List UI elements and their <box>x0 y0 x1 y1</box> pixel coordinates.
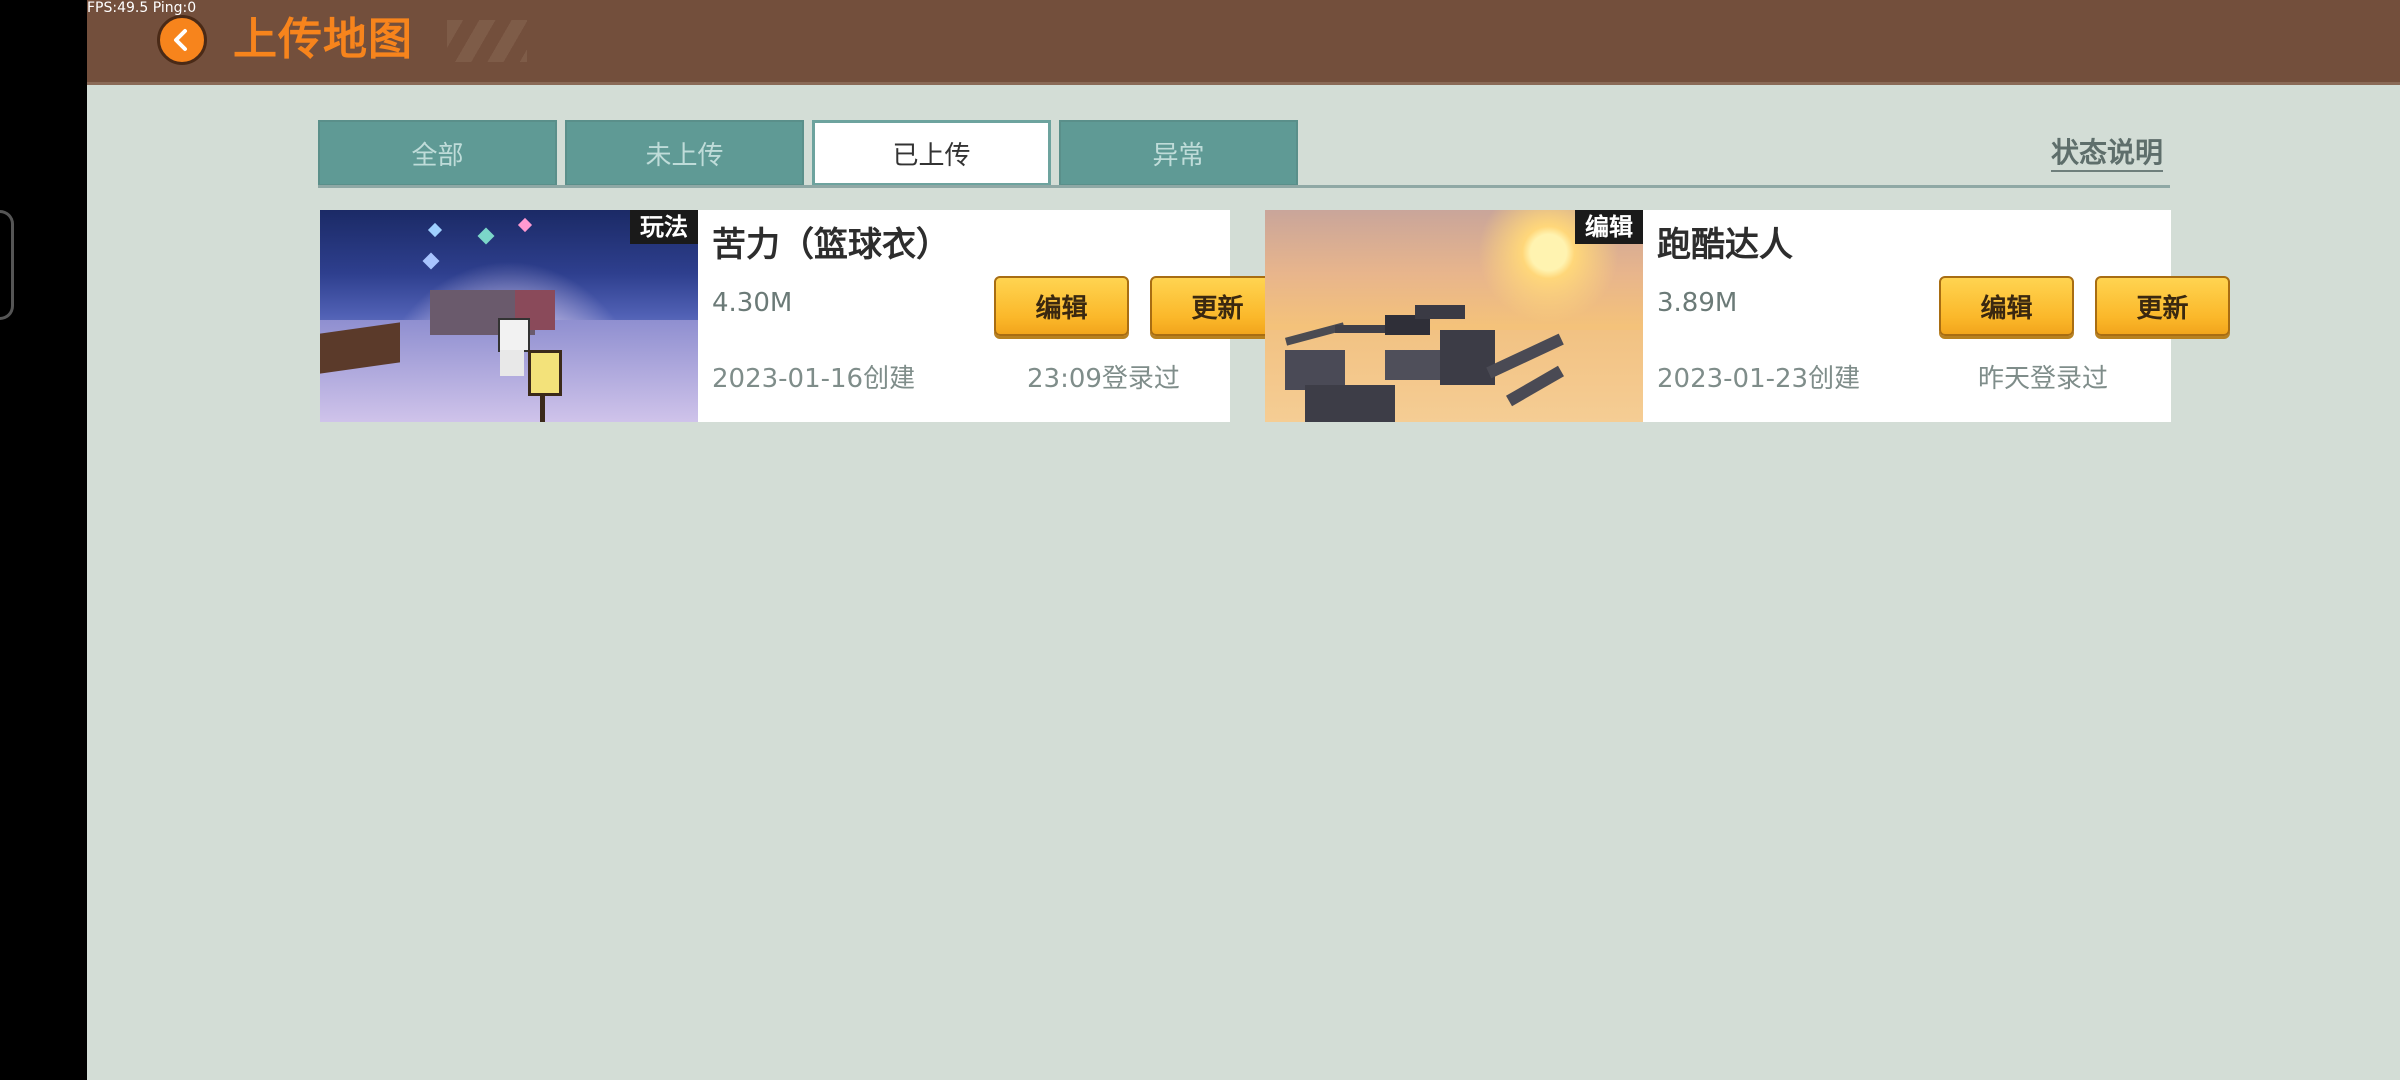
character-body <box>500 350 524 376</box>
map-created-date: 2023-01-16创建 <box>712 364 916 394</box>
map-title: 跑酷达人 <box>1657 225 1793 265</box>
tab-bar: 全部 未上传 已上传 异常 <box>318 120 1298 186</box>
sparkle <box>427 222 443 238</box>
map-size: 4.30M <box>712 288 793 318</box>
page-title: 上传地图 <box>233 14 413 65</box>
fps-readout: FPS:49.5 Ping:0 <box>87 0 197 16</box>
chevron-left-icon <box>174 29 187 51</box>
sparkle <box>422 252 440 270</box>
tab-abnormal[interactable]: 异常 <box>1059 120 1298 186</box>
character-head <box>498 318 530 352</box>
device-left-edge <box>0 0 87 1080</box>
tab-divider <box>318 185 2170 188</box>
header-decoration <box>447 20 527 62</box>
lantern <box>528 350 562 396</box>
sparkle <box>477 227 495 245</box>
map-card[interactable]: 编辑 跑酷达人 3.89M 编辑 更新 2023-01-23创建 昨天登录过 <box>1265 210 2230 422</box>
sparkle <box>517 217 533 233</box>
map-created-date: 2023-01-23创建 <box>1657 364 1861 394</box>
map-type-tag: 玩法 <box>630 210 698 244</box>
block-structure <box>1305 385 1395 422</box>
map-last-login: 昨天登录过 <box>1978 364 2109 394</box>
tab-all[interactable]: 全部 <box>318 120 557 186</box>
block-structure <box>1440 330 1495 385</box>
map-last-login: 23:09登录过 <box>1027 364 1180 394</box>
tab-uploaded[interactable]: 已上传 <box>812 120 1051 186</box>
map-thumbnail[interactable]: 编辑 <box>1265 210 1643 422</box>
app-window: 上传地图 全部 未上传 已上传 异常 状态说明 玩法 苦力（篮球衣） 4.30M… <box>87 0 2400 1080</box>
header-bar: 上传地图 <box>87 0 2400 82</box>
map-type-tag: 编辑 <box>1575 210 1643 244</box>
edit-button[interactable]: 编辑 <box>994 276 1129 336</box>
block-structure <box>1285 350 1345 390</box>
edit-button[interactable]: 编辑 <box>1939 276 2074 336</box>
platform <box>1415 305 1465 319</box>
map-size: 3.89M <box>1657 288 1738 318</box>
lantern-post <box>540 393 545 422</box>
back-button[interactable] <box>157 15 207 65</box>
update-button[interactable]: 更新 <box>2095 276 2230 336</box>
map-thumbnail[interactable]: 玩法 <box>320 210 698 422</box>
status-explanation-link[interactable]: 状态说明 <box>2051 136 2164 172</box>
side-handle <box>0 210 14 320</box>
tab-not-uploaded[interactable]: 未上传 <box>565 120 804 186</box>
map-card[interactable]: 玩法 苦力（篮球衣） 4.30M 编辑 更新 2023-01-16创建 23:0… <box>320 210 1285 422</box>
map-title: 苦力（篮球衣） <box>712 225 950 265</box>
